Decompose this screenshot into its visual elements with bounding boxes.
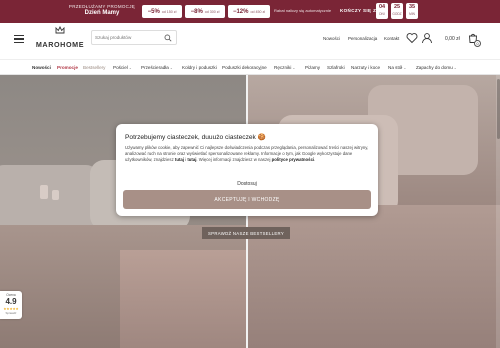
chevron-down-icon: ⌄ [169, 65, 173, 70]
chevron-down-icon: ⌄ [453, 65, 457, 70]
countdown-hours: 25 GODZ [391, 3, 403, 19]
nav-item-pajamas[interactable]: Piżamy [305, 65, 320, 70]
nav-item-bestsellers[interactable]: Bestsellery [83, 65, 105, 70]
nav-item-label: Prześcieradła [141, 65, 169, 70]
countdown-unit: MIN [409, 12, 415, 16]
countdown-value: 25 [393, 4, 401, 10]
search-icon[interactable] [164, 34, 172, 42]
countdown-value: 35 [408, 4, 416, 10]
logo[interactable]: MAROHOME [32, 26, 88, 52]
nav-item-label: Koldry i poduszki [182, 65, 217, 70]
cart-count-badge: 0 [474, 40, 481, 47]
rating-widget[interactable]: Ocena 4.9 ★★★★★ Sprawdź [0, 291, 22, 319]
coupon-condition: od 150 zł [161, 9, 177, 14]
logo-text: MAROHOME [35, 40, 85, 49]
crown-icon [55, 26, 65, 34]
nav-item-label: Zapachy do domu [416, 65, 453, 70]
promo-headline-line2: Dzień Mamy [84, 10, 120, 16]
nav-item-promotions[interactable]: Promocje [57, 65, 78, 70]
coupon-condition: od 450 zł [250, 9, 266, 14]
countdown-minutes: 35 MIN [406, 3, 418, 19]
nav-item-label: Narzuty i koce [351, 65, 381, 70]
search-bar[interactable] [91, 30, 177, 45]
countdown-days: 04 DNI [376, 3, 388, 19]
search-input[interactable] [95, 35, 163, 40]
nav-item-sheets[interactable]: Prześcieradła ⌄ [141, 65, 173, 70]
nav-item-label: Pościel [113, 65, 128, 70]
nav-item-home-fragrances[interactable]: Zapachy do domu ⌄ [416, 65, 457, 70]
promo-bar: PRZEDŁUŻAMY PROMOCJĘ Dzień Mamy −5% od 1… [0, 0, 500, 23]
cookie-title: Potrzebujemy ciasteczek, duuużo ciastecz… [125, 134, 266, 141]
countdown-unit: DNI [379, 12, 385, 16]
nav-item-label: Bestsellery [83, 65, 106, 70]
nav-item-new[interactable]: Nowości [32, 65, 51, 70]
nav-item-decorative-pillows[interactable]: Poduszki dekoracyjne [222, 65, 267, 70]
coupon-8[interactable]: −8% od 300 zł [185, 5, 225, 18]
coupon-condition: od 300 zł [204, 9, 220, 14]
chevron-down-icon: ⌄ [292, 65, 296, 70]
coupon-discount: −8% [190, 8, 203, 15]
nav-item-duvets-pillows[interactable]: Koldry i poduszki [182, 65, 217, 70]
page-scrollbar[interactable] [496, 75, 500, 348]
cookie-body-text: . [314, 157, 316, 162]
nav-item-label: Promocje [57, 65, 78, 70]
accept-cookies-button[interactable]: AKCEPTUJĘ I WCHODZĘ [123, 190, 371, 209]
privacy-policy-link[interactable]: polityce prywatności [272, 157, 315, 162]
cookie-body: Używamy plików cookie, aby zapewnić Ci n… [125, 145, 370, 163]
promo-note: Rabat naliczy się automatycznie [274, 8, 332, 13]
rating-value: 4.9 [5, 297, 17, 306]
cookie-body-text: . Więcej informacji znajdziesz w naszej [196, 157, 272, 162]
hamburger-menu-icon[interactable] [14, 35, 24, 43]
nav-item-bathrobes[interactable]: Szlafroki [327, 65, 345, 70]
nav-item-label: Szlafroki [327, 65, 345, 70]
bestsellers-cta-button[interactable]: SPRAWDŹ NASZE BESTSELLERY [202, 227, 290, 239]
chevron-down-icon: ⌄ [128, 65, 132, 70]
promo-ends-label: KOŃCZY SIĘ ZA [340, 8, 380, 13]
countdown-value: 04 [378, 4, 386, 10]
cookie-consent-dialog: Potrzebujemy ciasteczek, duuużo ciastecz… [116, 124, 378, 216]
nav-item-throws-blankets[interactable]: Narzuty i koce [351, 65, 380, 70]
header-link-news[interactable]: Nowości [323, 36, 340, 41]
nav-item-label: Nowości [32, 65, 51, 70]
nav-item-label: Ręczniki [274, 65, 292, 70]
chevron-down-icon: ⌄ [403, 65, 407, 70]
promo-headline-line1: PRZEDŁUŻAMY PROMOCJĘ [68, 4, 136, 9]
coupon-discount: −5% [147, 8, 160, 15]
site-header: MAROHOME Nowości Personalizacja Kontakt … [0, 23, 500, 57]
nav-item-label: Poduszki dekoracyjne [222, 65, 267, 70]
promo-headline: PRZEDŁUŻAMY PROMOCJĘ Dzień Mamy [64, 3, 140, 17]
nav-item-label: Na stół [388, 65, 403, 70]
coupon-discount: −12% [232, 8, 249, 15]
coupon-5[interactable]: −5% od 150 zł [142, 5, 182, 18]
header-link-contact[interactable]: Kontakt [384, 36, 399, 41]
nav-item-table[interactable]: Na stół ⌄ [388, 65, 406, 70]
nav-item-label: Piżamy [305, 65, 321, 70]
heart-icon[interactable] [406, 32, 418, 44]
user-icon[interactable] [421, 32, 433, 44]
customize-cookies-button[interactable]: Dostosuj [116, 181, 378, 187]
nav-item-towels[interactable]: Ręczniki ⌄ [274, 65, 295, 70]
rating-source: Sprawdź [5, 311, 17, 315]
scrollbar-thumb[interactable] [496, 79, 500, 139]
cookie-link-here[interactable]: tutaj [175, 157, 184, 162]
countdown-unit: GODZ [392, 12, 402, 16]
coupon-12[interactable]: −12% od 450 zł [228, 5, 270, 18]
nav-item-bedding[interactable]: Pościel ⌄ [113, 65, 132, 70]
cart-total[interactable]: 0,00 zł [445, 36, 460, 42]
main-navigation: Nowości Promocje Bestsellery Pościel ⌄ Pr… [0, 59, 500, 75]
header-link-personalization[interactable]: Personalizacja [348, 36, 377, 41]
